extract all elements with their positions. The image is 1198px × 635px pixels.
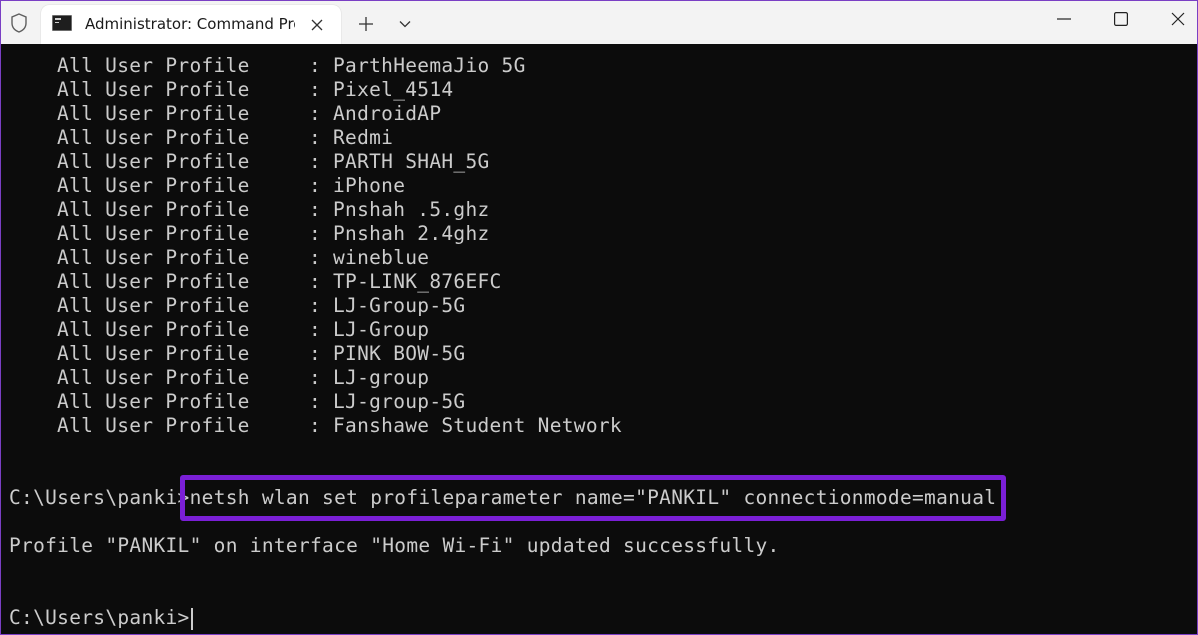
profile-name: Fanshawe Student Network (333, 414, 622, 437)
profile-name: Redmi (333, 126, 394, 149)
close-button[interactable] (1149, 1, 1197, 37)
profile-name: PINK BOW-5G (333, 342, 466, 365)
chevron-down-icon (399, 21, 411, 28)
profile-label: All User Profile (57, 126, 250, 149)
final-prompt-text: C:\Users\panki> (9, 606, 190, 629)
profile-name: Pixel_4514 (333, 78, 454, 101)
text-cursor (190, 607, 193, 630)
profile-name: wineblue (333, 246, 430, 269)
result-message: Profile "PANKIL" on interface "Home Wi-F… (9, 534, 780, 557)
close-icon (1171, 12, 1185, 26)
command-line: C:\Users\panki>netsh wlan set profilepar… (9, 486, 996, 510)
profile-separator: : (309, 366, 322, 389)
tab-dropdown-button[interactable] (392, 11, 418, 37)
profile-label: All User Profile (57, 198, 250, 221)
profile-row: All User Profile: LJ-Group-5G (9, 294, 465, 318)
profile-label: All User Profile (57, 78, 250, 101)
profile-label: All User Profile (57, 174, 250, 197)
profile-label: All User Profile (57, 270, 250, 293)
new-tab-button[interactable] (353, 11, 379, 37)
profile-label: All User Profile (57, 342, 250, 365)
profile-name: LJ-Group (333, 318, 430, 341)
profile-row: All User Profile: iPhone (9, 174, 405, 198)
profile-separator: : (309, 150, 322, 173)
terminal-output[interactable]: All User Profile: ParthHeemaJio 5G All Use… (1, 44, 1197, 634)
profile-row: All User Profile: LJ-group (9, 366, 429, 390)
profile-row: All User Profile: PARTH SHAH_5G (9, 150, 490, 174)
profile-label: All User Profile (57, 294, 250, 317)
profile-row: All User Profile: LJ-Group (9, 318, 429, 342)
profile-row: All User Profile: PINK BOW-5G (9, 342, 465, 366)
maximize-button[interactable] (1092, 1, 1150, 37)
minimize-button[interactable] (1035, 1, 1093, 37)
profile-row: All User Profile: Pnshah .5.ghz (9, 198, 490, 222)
profile-separator: : (309, 270, 322, 293)
plus-icon (359, 17, 373, 31)
profile-label: All User Profile (57, 54, 250, 77)
prompt-text: C:\Users\panki> (9, 486, 190, 509)
terminal-icon (52, 15, 72, 31)
close-icon (311, 19, 323, 31)
profile-name: LJ-group (333, 366, 430, 389)
profile-name: PARTH SHAH_5G (333, 150, 490, 173)
profile-label: All User Profile (57, 318, 250, 341)
profile-separator: : (309, 78, 322, 101)
profile-name: iPhone (333, 174, 406, 197)
profile-separator: : (309, 246, 322, 269)
profile-row: All User Profile: wineblue (9, 246, 429, 270)
profile-label: All User Profile (57, 414, 250, 437)
profile-row: All User Profile: Redmi (9, 126, 393, 150)
tab-close-button[interactable] (305, 13, 329, 37)
profile-label: All User Profile (57, 246, 250, 269)
profile-label: All User Profile (57, 390, 250, 413)
profile-name: AndroidAP (333, 102, 442, 125)
tab-command-prompt[interactable]: Administrator: Command Pro (41, 5, 341, 44)
profile-label: All User Profile (57, 222, 250, 245)
command-text: netsh wlan set profileparameter name="PA… (189, 486, 997, 509)
profile-name: Pnshah .5.ghz (333, 198, 490, 221)
profile-separator: : (309, 342, 322, 365)
profile-row: All User Profile: Pnshah 2.4ghz (9, 222, 490, 246)
profile-label: All User Profile (57, 102, 250, 125)
profile-separator: : (309, 294, 322, 317)
profile-label: All User Profile (57, 150, 250, 173)
profile-separator: : (309, 102, 322, 125)
minimize-icon (1057, 18, 1071, 20)
profile-row: All User Profile: AndroidAP (9, 102, 441, 126)
profile-row: All User Profile: TP-LINK_876EFC (9, 270, 502, 294)
profile-separator: : (309, 198, 322, 221)
profile-name: LJ-group-5G (333, 390, 466, 413)
profile-name: LJ-Group-5G (333, 294, 466, 317)
profile-row: All User Profile: LJ-group-5G (9, 390, 465, 414)
profile-separator: : (309, 126, 322, 149)
tab-title: Administrator: Command Pro (85, 15, 295, 33)
final-prompt-line[interactable]: C:\Users\panki> (9, 606, 193, 630)
terminal-window: Administrator: Command Pro All User Prof… (0, 0, 1198, 635)
profile-separator: : (309, 54, 322, 77)
profile-label: All User Profile (57, 366, 250, 389)
profile-separator: : (309, 222, 322, 245)
maximize-icon (1114, 12, 1128, 26)
profile-name: Pnshah 2.4ghz (333, 222, 490, 245)
profile-separator: : (309, 390, 322, 413)
profile-row: All User Profile: Fanshawe Student Networ… (9, 414, 622, 438)
profile-row: All User Profile: ParthHeemaJio 5G (9, 54, 526, 78)
profile-name: ParthHeemaJio 5G (333, 54, 526, 77)
profile-separator: : (309, 174, 322, 197)
profile-row: All User Profile: Pixel_4514 (9, 78, 453, 102)
profile-separator: : (309, 318, 322, 341)
profile-name: TP-LINK_876EFC (333, 270, 502, 293)
shield-icon (7, 11, 31, 35)
profile-separator: : (309, 414, 322, 437)
tab-bar: Administrator: Command Pro (1, 1, 1197, 44)
